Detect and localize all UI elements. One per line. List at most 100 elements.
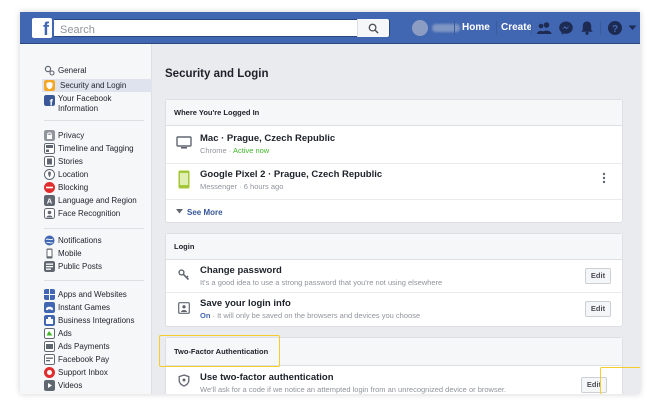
where-logged-in-card: Where You're Logged In Mac · Prague, Cze… (165, 99, 623, 223)
session-row[interactable]: Google Pixel 2 · Prague, Czech Republic … (166, 164, 622, 200)
svg-text:A: A (47, 197, 53, 206)
nav-divider (531, 21, 532, 35)
profile-name-blurred (432, 24, 460, 32)
search-icon (368, 23, 379, 34)
change-password-subtitle: It's a good idea to use a strong passwor… (200, 278, 443, 287)
top-navigation-bar: f Home Create ? (20, 12, 640, 44)
more-options-icon[interactable] (602, 172, 606, 184)
timeline-icon (44, 143, 55, 154)
games-icon (44, 302, 55, 313)
search-box (54, 19, 390, 38)
chevron-down-icon (176, 209, 183, 214)
sidebar-item-language-and-region[interactable]: Language and Region (58, 194, 166, 207)
messenger-icon[interactable] (558, 20, 574, 36)
sidebar-divider (44, 280, 144, 281)
sidebar-item-instant-games[interactable]: Instant Games (58, 301, 166, 314)
sidebar-item-ads-payments[interactable]: Ads Payments (58, 340, 166, 353)
videos-icon (44, 380, 55, 391)
gear-icon (44, 65, 55, 76)
session-device: Mac · Prague, Czech Republic (200, 133, 336, 144)
sidebar-divider (44, 120, 144, 121)
svg-text:?: ? (612, 24, 618, 35)
mobile-icon (46, 248, 53, 259)
two-factor-edit-button[interactable]: Edit (581, 377, 607, 393)
facebook-window: f Home Create ? (20, 12, 640, 394)
nav-divider (600, 21, 601, 35)
save-login-info-edit-button[interactable]: Edit (585, 301, 611, 317)
sidebar-item-your-facebook-information[interactable]: Your Facebook Information (58, 94, 138, 113)
sidebar-item-location[interactable]: Location (58, 168, 166, 181)
profile-link[interactable] (412, 20, 460, 36)
sidebar-item-stories[interactable]: Stories (58, 155, 166, 168)
session-meta: Chrome · Active now (200, 146, 269, 155)
sidebar-item-face-recognition[interactable]: Face Recognition (58, 207, 166, 220)
meta-separator: · (237, 182, 244, 191)
session-row[interactable]: Mac · Prague, Czech Republic Chrome · Ac… (166, 126, 622, 164)
save-login-description: · It will only be saved on the browsers … (210, 311, 421, 320)
nav-divider (496, 21, 497, 35)
globe-icon (44, 235, 55, 246)
public-posts-icon (44, 261, 55, 272)
chevron-down-icon[interactable] (628, 25, 637, 31)
facebook-icon: f (44, 95, 55, 106)
support-icon (44, 367, 55, 378)
sidebar-item-timeline-and-tagging[interactable]: Timeline and Tagging (58, 142, 166, 155)
face-recognition-icon (44, 208, 55, 219)
two-factor-card: Two-Factor Authentication Use two-factor… (165, 337, 623, 394)
two-factor-row[interactable]: Use two-factor authentication We'll ask … (166, 366, 622, 394)
search-input[interactable] (54, 22, 354, 38)
facebook-logo-icon[interactable]: f (32, 18, 52, 38)
create-link[interactable]: Create (501, 22, 532, 33)
see-more-link[interactable]: See More (176, 208, 223, 217)
sidebar-item-public-posts[interactable]: Public Posts (58, 260, 166, 273)
sidebar-item-support-inbox[interactable]: Support Inbox (58, 366, 166, 379)
two-factor-subtitle: We'll ask for a code if we notice an att… (200, 385, 507, 394)
sidebar-item-notifications[interactable]: Notifications (58, 234, 166, 247)
location-icon (44, 169, 55, 180)
android-phone-icon (178, 170, 190, 189)
desktop-icon (176, 136, 192, 149)
sidebar-item-mobile[interactable]: Mobile (58, 247, 166, 260)
save-login-info-row[interactable]: Save your login info On · It will only b… (166, 293, 622, 326)
sidebar-item-facebook-pay[interactable]: Facebook Pay (58, 353, 166, 366)
search-button[interactable] (357, 19, 389, 37)
nav-divider (454, 21, 455, 35)
language-icon: A (44, 195, 55, 206)
blocking-icon (44, 182, 55, 193)
change-password-edit-button[interactable]: Edit (585, 268, 611, 284)
page-title: Security and Login (165, 68, 269, 80)
sidebar-item-apps-and-websites[interactable]: Apps and Websites (58, 288, 166, 301)
sidebar-item-videos[interactable]: Videos (58, 379, 166, 392)
settings-content: Security and Login Where You're Logged I… (159, 44, 640, 394)
save-login-info-subtitle: On · It will only be saved on the browse… (200, 311, 420, 320)
see-more-label: See More (187, 208, 223, 217)
sidebar-item-business-integrations[interactable]: Business Integrations (58, 314, 166, 327)
notifications-icon[interactable] (579, 20, 595, 36)
home-link[interactable]: Home (462, 22, 490, 33)
sidebar-divider (44, 228, 144, 229)
change-password-row[interactable]: Change password It's a good idea to use … (166, 260, 622, 293)
lock-icon (44, 130, 55, 141)
ads-icon (44, 328, 55, 339)
session-app: Messenger (200, 182, 238, 191)
save-login-info-title: Save your login info (200, 298, 291, 309)
help-icon[interactable]: ? (607, 20, 623, 36)
friends-icon[interactable] (536, 20, 552, 36)
sidebar-item-blocking[interactable]: Blocking (58, 181, 166, 194)
two-factor-title: Use two-factor authentication (200, 372, 334, 383)
session-time: 6 hours ago (243, 182, 284, 191)
user-card-icon (178, 302, 190, 314)
change-password-title: Change password (200, 265, 282, 276)
two-factor-header: Two-Factor Authentication (166, 338, 622, 366)
where-logged-in-header: Where You're Logged In (166, 100, 622, 126)
sidebar-item-ads[interactable]: Ads (58, 327, 166, 340)
sidebar-item-security-and-login[interactable]: Security and Login (42, 79, 152, 92)
shield-icon (178, 374, 190, 387)
business-icon (44, 315, 55, 326)
pay-icon (44, 354, 55, 365)
shield-icon (44, 80, 55, 91)
sidebar-item-privacy[interactable]: Privacy (58, 129, 166, 142)
payments-icon (44, 341, 55, 352)
sidebar-item-general[interactable]: General (58, 64, 166, 77)
login-header: Login (166, 234, 622, 260)
